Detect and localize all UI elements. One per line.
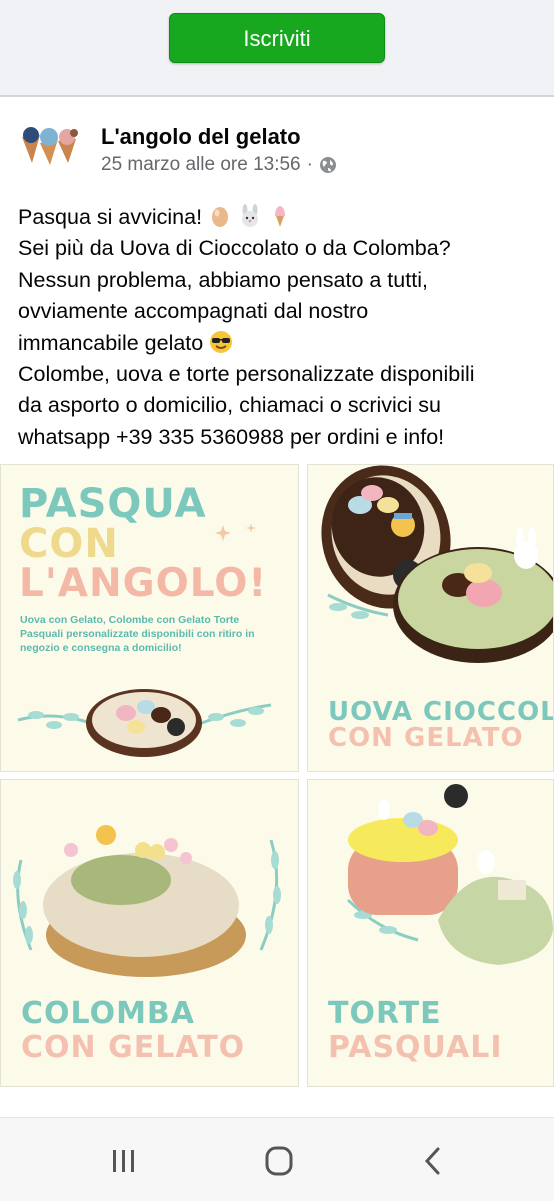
easter-egg-cake-image <box>17 689 272 757</box>
tile-subtitle: CON GELATO <box>328 723 524 753</box>
sunglasses-emoji <box>210 330 233 353</box>
back-icon[interactable] <box>414 1144 454 1178</box>
promo-description: Uova con Gelato, Colombe con Gelato Tort… <box>20 614 255 654</box>
gallery-photo-4[interactable]: TORTE PASQUALI <box>307 779 554 1087</box>
meta-separator: · <box>306 154 313 175</box>
globe-icon <box>319 157 336 173</box>
post-header: L'angolo del gelato 25 marzo alle ore 13… <box>0 97 554 192</box>
gallery-photo-1[interactable]: PASQUA CON L'ANGOLO! Uova con Gelato, Co… <box>0 464 299 772</box>
post-text: Pasqua si avvicina! Sei più da Uova di C… <box>18 202 543 453</box>
subscribe-button[interactable]: Iscriviti <box>169 13 385 63</box>
text-line: Nessun problema, abbiamo pensato a tutti… <box>18 267 428 292</box>
egg-emoji <box>212 207 229 227</box>
ice-cream-emoji <box>275 206 285 227</box>
tile-subtitle: CON GELATO <box>21 1030 246 1065</box>
top-bar: Iscriviti <box>0 0 554 97</box>
tile-title: TORTE <box>328 996 442 1031</box>
home-icon[interactable] <box>259 1144 299 1178</box>
tile-subtitle: PASQUALI <box>328 1030 503 1065</box>
colomba-cake-image <box>13 825 281 977</box>
post-timestamp[interactable]: 25 marzo alle ore 13:56 <box>101 154 301 176</box>
text-line: whatsapp +39 335 5360988 per ordini e in… <box>18 424 445 449</box>
text-line: Colombe, uova e torte personalizzate dis… <box>18 362 475 387</box>
text-line: Sei più da Uova di Cioccolato o da Colom… <box>18 236 451 261</box>
text-line: immancabile gelato <box>18 330 204 355</box>
post-meta: 25 marzo alle ore 13:56 · <box>101 154 337 176</box>
text-line: Pasqua si avvicina! <box>18 205 203 229</box>
easter-cakes-image <box>346 784 553 965</box>
rabbit-emoji <box>242 204 259 227</box>
tile-title: COLOMBA <box>21 996 196 1031</box>
chocolate-egg-image <box>321 465 553 663</box>
promo-title-line-3: L'ANGOLO! <box>19 561 268 606</box>
brand-logo-icon[interactable] <box>18 123 84 167</box>
sparkle-icon <box>215 523 256 541</box>
gallery-photo-3[interactable]: COLOMBA CON GELATO <box>0 779 299 1087</box>
recent-apps-icon[interactable] <box>104 1144 144 1178</box>
text-line: da asporto o domicilio, chiamaci o scriv… <box>18 393 441 418</box>
gallery-photo-2[interactable]: UOVA CIOCCOLATO CON GELATO <box>307 464 554 772</box>
system-navigation-bar <box>0 1117 554 1201</box>
photo-gallery: PASQUA CON L'ANGOLO! Uova con Gelato, Co… <box>0 461 554 1089</box>
next-post-peek <box>0 1089 554 1119</box>
author-name[interactable]: L'angolo del gelato <box>101 124 301 150</box>
text-line: ovviamente accompagnati dal nostro <box>18 299 369 324</box>
